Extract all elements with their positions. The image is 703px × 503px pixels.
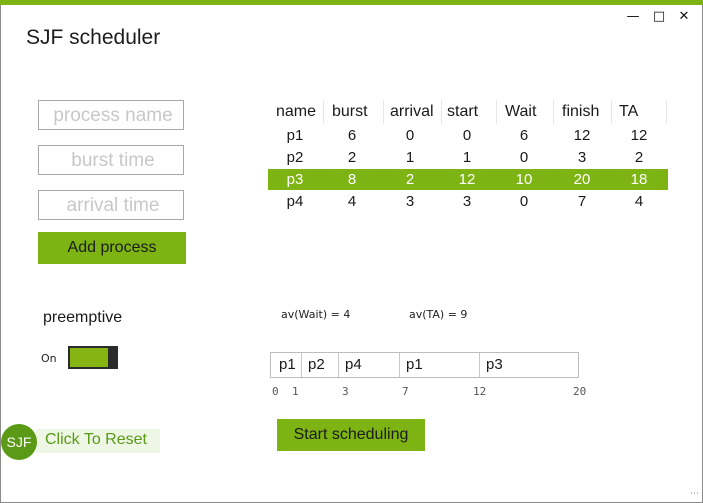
table-cell: p4 bbox=[286, 193, 304, 210]
table-row[interactable]: p2 2 1 1 0 3 2 bbox=[268, 147, 668, 168]
header-divider bbox=[611, 100, 612, 124]
gantt-tick: 20 bbox=[573, 385, 587, 398]
table-cell: 7 bbox=[577, 193, 587, 210]
window-border-left bbox=[0, 5, 1, 503]
table-cell: 4 bbox=[634, 193, 644, 210]
process-name-input[interactable] bbox=[39, 101, 187, 131]
table-cell: 18 bbox=[630, 171, 648, 188]
preemptive-toggle[interactable] bbox=[68, 346, 118, 369]
gantt-segment: p2 bbox=[302, 353, 339, 377]
table-cell: 6 bbox=[519, 127, 529, 144]
table-cell: p2 bbox=[286, 149, 304, 166]
app-title: SJF scheduler bbox=[26, 26, 161, 49]
header-divider bbox=[383, 100, 384, 124]
table-header-finish[interactable]: finish bbox=[560, 100, 599, 124]
table-cell: 0 bbox=[462, 127, 472, 144]
table-header-start[interactable]: start bbox=[445, 100, 478, 124]
gantt-chart: p1 p2 p4 p1 p3 bbox=[270, 352, 579, 378]
burst-time-field-wrapper bbox=[38, 145, 187, 176]
gantt-tick: 12 bbox=[473, 385, 487, 398]
table-cell: p1 bbox=[286, 127, 304, 144]
gantt-segment: p1 bbox=[400, 353, 480, 377]
table-cell: 12 bbox=[458, 171, 476, 188]
gantt-tick: 0 bbox=[272, 385, 279, 398]
table-cell: 1 bbox=[405, 149, 415, 166]
table-cell: 12 bbox=[573, 127, 591, 144]
average-ta-text: av(TA) = 9 bbox=[409, 308, 468, 321]
gantt-segment: p1 bbox=[271, 353, 302, 377]
table-cell: 2 bbox=[405, 171, 415, 188]
table-cell: 3 bbox=[577, 149, 587, 166]
table-cell: 20 bbox=[573, 171, 591, 188]
table-cell: 12 bbox=[630, 127, 648, 144]
gantt-segment: p3 bbox=[486, 356, 503, 373]
resize-grip-icon[interactable]: ⋯ bbox=[690, 489, 699, 499]
gantt-segment: p4 bbox=[339, 353, 400, 377]
toggle-fill bbox=[70, 348, 108, 367]
arrival-time-field-wrapper bbox=[38, 190, 187, 221]
table-header-ta[interactable]: TA bbox=[617, 100, 638, 124]
header-divider bbox=[496, 100, 497, 124]
burst-time-input[interactable] bbox=[39, 146, 187, 176]
minimize-button[interactable]: — bbox=[624, 9, 642, 25]
reset-button[interactable]: Click To Reset bbox=[36, 429, 160, 453]
table-cell: 4 bbox=[347, 193, 357, 210]
header-divider bbox=[323, 100, 324, 124]
add-process-button[interactable]: Add process bbox=[38, 232, 186, 264]
table-cell: 2 bbox=[347, 149, 357, 166]
table-cell: p3 bbox=[286, 171, 304, 188]
table-cell: 2 bbox=[634, 149, 644, 166]
table-cell: 10 bbox=[515, 171, 533, 188]
table-cell: 3 bbox=[462, 193, 472, 210]
table-row[interactable]: p1 6 0 0 6 12 12 bbox=[268, 125, 668, 146]
table-header-burst[interactable]: burst bbox=[330, 100, 368, 124]
toggle-state-label: On bbox=[41, 352, 57, 365]
table-cell: 8 bbox=[347, 171, 357, 188]
average-wait-text: av(Wait) = 4 bbox=[281, 308, 351, 321]
process-name-field-wrapper bbox=[38, 100, 187, 131]
header-divider bbox=[666, 100, 667, 124]
table-header-name[interactable]: name bbox=[274, 100, 316, 124]
maximize-button[interactable]: □ bbox=[650, 9, 668, 25]
table-header-wait[interactable]: Wait bbox=[503, 100, 536, 124]
gantt-tick: 7 bbox=[402, 385, 409, 398]
table-row[interactable]: p4 4 3 3 0 7 4 bbox=[268, 191, 668, 212]
table-cell: 0 bbox=[519, 193, 529, 210]
table-cell: 6 bbox=[347, 127, 357, 144]
header-divider bbox=[553, 100, 554, 124]
table-cell: 0 bbox=[519, 149, 529, 166]
table-row-selected[interactable]: p3 8 2 12 10 20 18 bbox=[268, 169, 668, 190]
gantt-tick: 3 bbox=[342, 385, 349, 398]
start-scheduling-button[interactable]: Start scheduling bbox=[277, 419, 425, 451]
table-header-arrival[interactable]: arrival bbox=[388, 100, 434, 124]
table-cell: 1 bbox=[462, 149, 472, 166]
arrival-time-input[interactable] bbox=[39, 191, 187, 221]
table-cell: 0 bbox=[405, 127, 415, 144]
table-cell: 3 bbox=[405, 193, 415, 210]
gantt-tick: 1 bbox=[292, 385, 299, 398]
close-button[interactable]: ✕ bbox=[675, 9, 693, 25]
sjf-logo-icon[interactable]: SJF bbox=[1, 424, 37, 460]
header-divider bbox=[441, 100, 442, 124]
window-accent-bar bbox=[0, 0, 703, 5]
preemptive-label: preemptive bbox=[43, 309, 123, 326]
reset-label: Click To Reset bbox=[45, 431, 147, 448]
